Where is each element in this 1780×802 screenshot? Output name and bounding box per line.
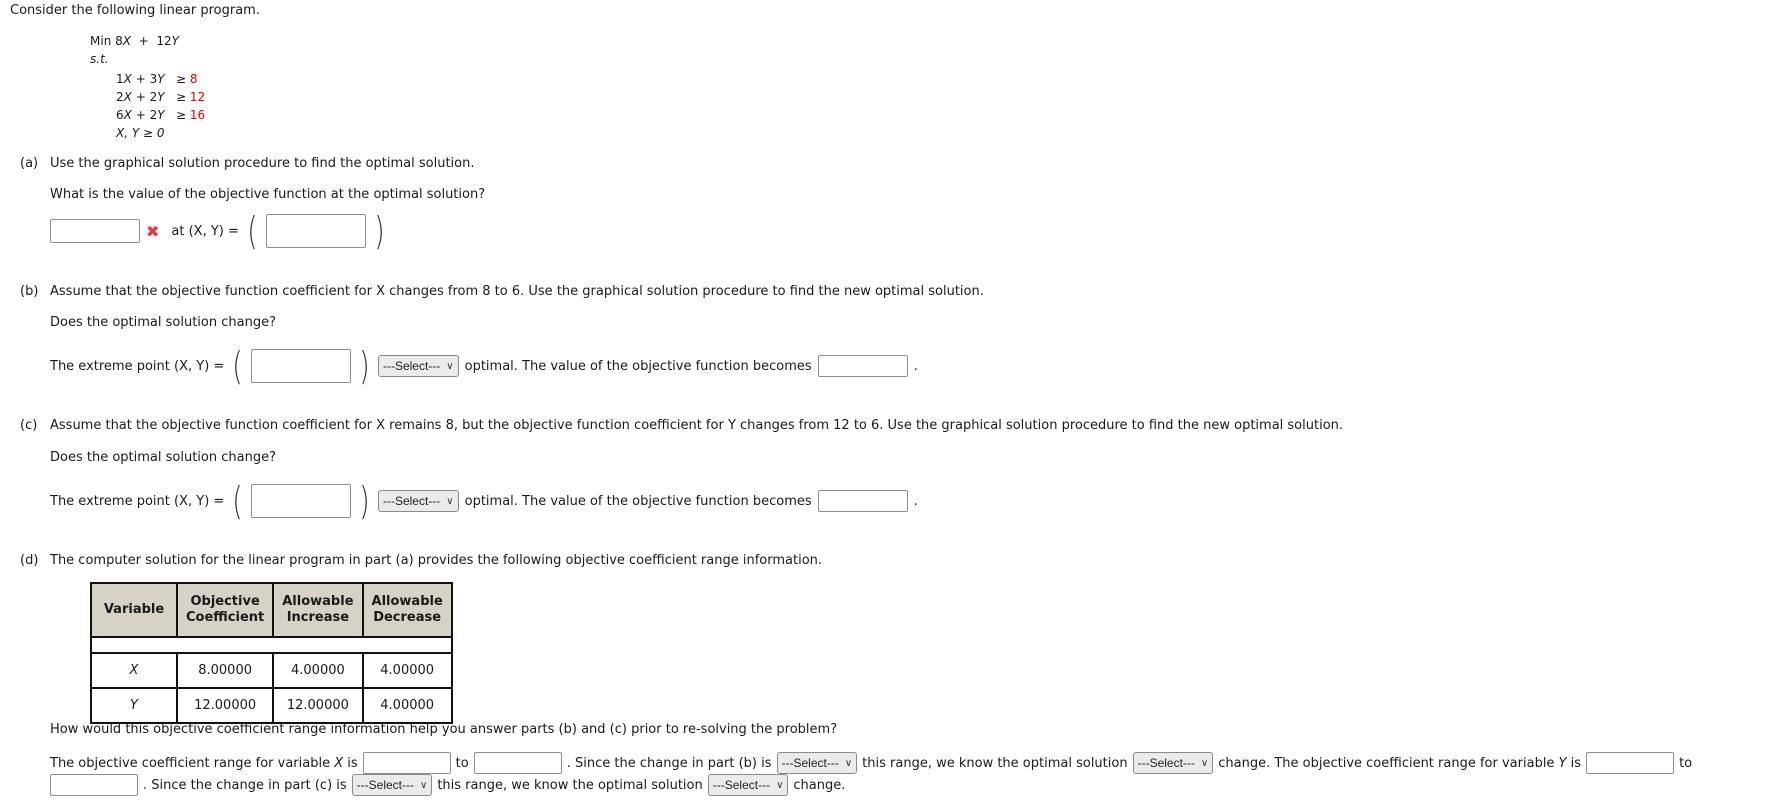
cell-allowable-decrease: 4.00000	[361, 687, 453, 724]
to-label: to	[1679, 755, 1693, 771]
part-a-at-label: at (X, Y) =	[171, 223, 239, 239]
part-a-point-input[interactable]	[265, 214, 366, 248]
objective-line: Min 8X + 12Y	[90, 34, 179, 48]
part-a-question: What is the value of the objective funct…	[50, 187, 486, 202]
part-c-objective-input[interactable]	[817, 490, 908, 512]
chevron-down-icon: ∨	[446, 360, 454, 372]
part-b-label: (b)	[20, 284, 39, 299]
st-label: s.t.	[90, 52, 109, 66]
range-table: Variable Objective Coefficient Allowable I…	[90, 582, 453, 724]
table-row: X 8.00000 4.00000 4.00000	[90, 652, 453, 689]
constraint-3: 6X + 2Y ≥ 16	[116, 108, 206, 122]
part-b-objective-input[interactable]	[817, 355, 908, 377]
constraints: 1X + 3Y ≥ 8 2X + 2Y ≥ 12 6X + 2Y ≥ 16 X,…	[116, 70, 205, 142]
part-b-extreme-label: The extreme point (X, Y) =	[50, 358, 225, 374]
objective-var-x: X	[122, 34, 131, 48]
header-variable: Variable	[90, 582, 178, 638]
rhs-3: 16	[189, 108, 206, 122]
objective-var-y: Y	[171, 34, 179, 48]
table-row: Y 12.00000 12.00000 4.00000	[90, 687, 453, 724]
header-objective-coefficient: Objective Coefficient	[175, 582, 275, 638]
to-label: to	[455, 755, 469, 771]
part-a-label: (a)	[20, 156, 39, 171]
range-y-low-input[interactable]	[1586, 752, 1675, 774]
chevron-down-icon: ∨	[844, 757, 853, 769]
rhs-1: 8	[189, 72, 198, 86]
part-a-answer-row: ✖ at (X, Y) = ( )	[50, 209, 387, 253]
part-a-objective-input[interactable]	[50, 219, 140, 243]
part-c-period: .	[913, 493, 918, 509]
cell-allowable-increase: 4.00000	[272, 652, 364, 689]
part-d-answer-row-1: The objective coefficient range for vari…	[50, 752, 1692, 774]
cell-variable: Y	[90, 687, 178, 724]
part-c-extreme-label: The extreme point (X, Y) =	[50, 493, 225, 509]
range-y-label: change. The objective coefficient range …	[1218, 755, 1582, 771]
part-b-point-input[interactable]	[251, 349, 352, 383]
part-b-select[interactable]: ---Select--- ∨	[377, 355, 459, 377]
rhs-2: 12	[189, 90, 206, 104]
part-b-text: Assume that the objective function coeff…	[50, 284, 984, 299]
left-paren: (	[232, 479, 243, 523]
part-c-change-label: . Since the change in part (c) is	[143, 777, 347, 793]
chevron-down-icon: ∨	[420, 779, 428, 791]
part-b-change-label: . Since the change in part (b) is	[566, 755, 772, 771]
part-a-text: Use the graphical solution procedure to …	[50, 156, 475, 171]
part-b-period: .	[913, 358, 918, 374]
part-c-text: Assume that the objective function coeff…	[50, 418, 1344, 433]
range-table-wrapper: Variable Objective Coefficient Allowable I…	[90, 582, 453, 724]
objective-coef-x: 8	[115, 34, 123, 48]
part-c-answer-row: The extreme point (X, Y) = ( ) ---Select…	[50, 479, 918, 523]
right-paren: )	[359, 344, 370, 388]
part-d-question: How would this objective coefficient ran…	[50, 722, 838, 737]
incorrect-x-icon: ✖	[146, 221, 160, 241]
part-c-label: (c)	[20, 418, 38, 433]
cell-allowable-decrease: 4.00000	[361, 652, 453, 689]
part-d-label: (d)	[20, 553, 39, 568]
cell-variable: X	[90, 652, 178, 689]
part-c-solution-select[interactable]: ---Select--- ∨	[707, 774, 789, 796]
cell-objective-coefficient: 8.00000	[175, 652, 275, 689]
part-b-after-select: optimal. The value of the objective func…	[464, 358, 812, 374]
objective-prefix: Min	[90, 34, 112, 48]
chevron-down-icon: ∨	[776, 779, 784, 791]
constraint-1: 1X + 3Y ≥ 8	[116, 72, 198, 86]
part-d-answer-row-2: . Since the change in part (c) is ---Sel…	[50, 774, 845, 796]
cell-objective-coefficient: 12.00000	[175, 687, 275, 724]
constraint-2: 2X + 2Y ≥ 12	[116, 90, 206, 104]
range-y-high-input[interactable]	[50, 774, 138, 796]
right-paren: )	[373, 209, 385, 253]
header-allowable-increase: Allowable Increase	[272, 582, 364, 638]
nonneg-constraint: X, Y ≥ 0	[116, 126, 165, 140]
range-solution-label-2: this range, we know the optimal solution	[437, 777, 703, 793]
table-header-row: Variable Objective Coefficient Allowable I…	[90, 582, 453, 638]
part-b-solution-select[interactable]: ---Select--- ∨	[1132, 752, 1214, 774]
chevron-down-icon: ∨	[1200, 757, 1209, 769]
objective-coef-y: 12	[156, 34, 172, 48]
change-label: change.	[793, 777, 846, 793]
range-solution-label: this range, we know the optimal solution	[862, 755, 1128, 771]
objective-op: +	[138, 34, 149, 48]
table-spacer	[90, 637, 453, 654]
intro-text: Consider the following linear program.	[10, 3, 260, 18]
part-c-select[interactable]: ---Select--- ∨	[377, 490, 459, 512]
cell-allowable-increase: 12.00000	[272, 687, 364, 724]
part-b-range-select[interactable]: ---Select--- ∨	[776, 752, 858, 774]
part-c-range-select[interactable]: ---Select--- ∨	[351, 774, 433, 796]
chevron-down-icon: ∨	[446, 495, 454, 507]
part-b-answer-row: The extreme point (X, Y) = ( ) ---Select…	[50, 344, 918, 388]
part-d-text: The computer solution for the linear pro…	[50, 553, 823, 568]
left-paren: (	[232, 344, 243, 388]
range-x-high-input[interactable]	[473, 752, 562, 774]
part-c-question: Does the optimal solution change?	[50, 450, 276, 465]
range-x-low-input[interactable]	[362, 752, 451, 774]
header-allowable-decrease: Allowable Decrease	[361, 582, 453, 638]
part-b-question: Does the optimal solution change?	[50, 315, 276, 330]
right-paren: )	[359, 479, 370, 523]
part-c-after-select: optimal. The value of the objective func…	[464, 493, 812, 509]
left-paren: (	[247, 209, 258, 253]
part-c-point-input[interactable]	[251, 484, 352, 518]
range-x-label: The objective coefficient range for vari…	[50, 755, 358, 771]
